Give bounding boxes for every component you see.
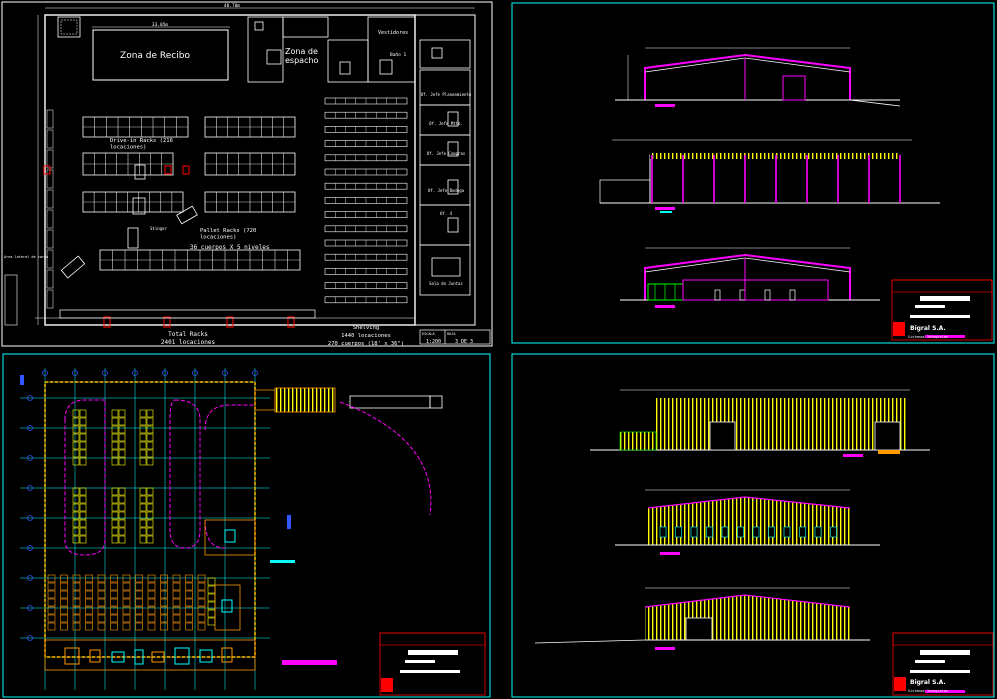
shelving-value: 1440 locaciones bbox=[341, 333, 391, 339]
elevation-f bbox=[534, 587, 870, 650]
truck-symbol bbox=[349, 395, 431, 409]
shelving-rows bbox=[324, 97, 408, 304]
office-label-5: Of. 4 bbox=[440, 211, 453, 216]
total-racks-label: Total Racks bbox=[168, 331, 208, 338]
forklift-symbols bbox=[60, 164, 198, 279]
elevation-d bbox=[590, 389, 930, 457]
site-office-furniture bbox=[64, 529, 236, 665]
elevation-b bbox=[599, 139, 940, 213]
dim-receiving-width: 33.05m bbox=[152, 22, 169, 28]
floor-plan: 48.70m 33.05m Zona de Recibo Zona de espa… bbox=[4, 3, 491, 347]
total-racks-value: 2401 locaciones bbox=[161, 339, 216, 346]
scale-label: ESCALA bbox=[422, 332, 436, 336]
title-block-site bbox=[379, 632, 486, 696]
locker-label: Vestidores bbox=[378, 30, 408, 36]
office-label-6: Sala de Juntas bbox=[429, 281, 463, 286]
structural-grid bbox=[20, 368, 270, 690]
site-building-outline bbox=[44, 381, 256, 658]
company-name-top: Bigral S.A. bbox=[910, 325, 946, 332]
elevation-a bbox=[615, 47, 901, 107]
cad-drawing-canvas: 48.70m 33.05m Zona de Recibo Zona de espa… bbox=[1, 1, 995, 698]
dim-top-total: 48.70m bbox=[224, 3, 241, 9]
site-plan bbox=[20, 368, 486, 696]
office-strip-top bbox=[247, 16, 416, 83]
building-outline bbox=[44, 14, 416, 326]
company-subtitle-top: Sistemas Integrales bbox=[908, 335, 948, 339]
sheet-label: HOJA bbox=[447, 332, 456, 336]
pallet-racks-detail: 36 cuerpos X 5 niveles bbox=[190, 244, 270, 251]
elevation-e bbox=[615, 489, 880, 555]
loading-ramp bbox=[274, 387, 336, 413]
sheet-value: 3 DE 3 bbox=[455, 339, 473, 345]
office-label-3: Of. Jefe Compras bbox=[427, 151, 466, 156]
sheet-frame-floor-plan bbox=[1, 1, 493, 347]
scale-value: 1:200 bbox=[426, 339, 441, 345]
side-area-note: Area lateral de carga bbox=[4, 255, 48, 259]
elevation-c bbox=[620, 247, 880, 308]
bath1-label: Baño 1 bbox=[390, 52, 407, 58]
shelving-detail: 270 cuerpos (18' x 36") bbox=[328, 341, 404, 347]
drive-in-racks-label: Drive-in Racks (216 locaciones) bbox=[110, 138, 173, 150]
site-rack-blocks bbox=[47, 409, 216, 631]
forklift-label: Stinger bbox=[150, 226, 167, 231]
rack-rows bbox=[46, 109, 301, 309]
office-label-4: Of. Jefe Bodega bbox=[428, 188, 465, 193]
pallet-racks-label: Pallet Racks (720 locaciones) bbox=[200, 228, 256, 240]
dispatch-zone-label: Zona de espacho bbox=[285, 47, 319, 65]
shelving-label: Shelving bbox=[353, 325, 380, 331]
elevations-bottom: Bigral S.A. Sistemas Integrales bbox=[534, 389, 994, 696]
company-subtitle-bottom: Sistemas Integrales bbox=[908, 689, 948, 693]
company-name-bottom: Bigral S.A. bbox=[910, 679, 946, 686]
elevations-top: Bigral S.A. Sistemas Integrales bbox=[599, 47, 993, 341]
office-column bbox=[419, 39, 471, 296]
office-label-1: Of. Jefe Planeamiento bbox=[421, 92, 472, 97]
receiving-zone-label: Zona de Recibo bbox=[120, 51, 190, 61]
office-label-2: Of. Jefe Mtto. bbox=[429, 121, 463, 126]
